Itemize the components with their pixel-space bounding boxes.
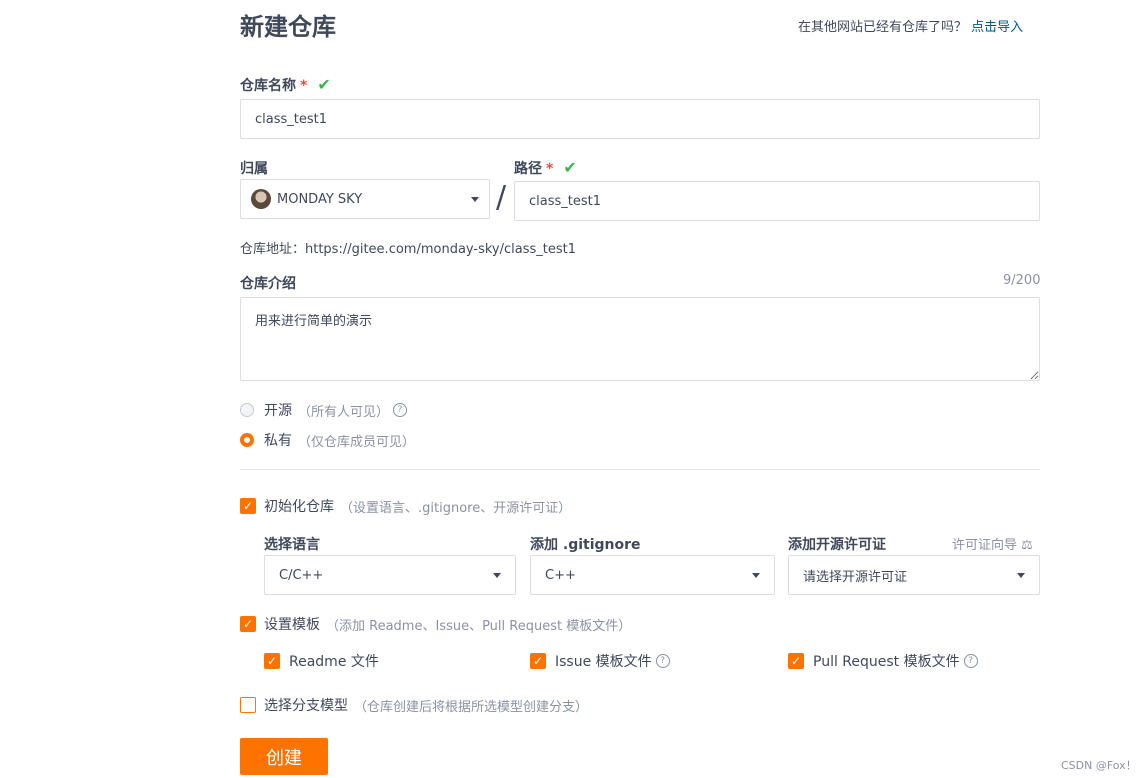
import-prompt: 在其他网站已经有仓库了吗？ 点击导入	[798, 16, 1023, 35]
license-select[interactable]: 请选择开源许可证	[788, 555, 1040, 595]
template-item-issue[interactable]: ✓ Issue 模板文件 ?	[530, 651, 670, 671]
required-mark: *	[300, 78, 308, 94]
issue-checkbox[interactable]: ✓	[530, 653, 546, 669]
gitignore-label: 添加 .gitignore	[530, 537, 641, 553]
watermark: CSDN @Fox！	[1061, 759, 1137, 772]
init-repo-label: 初始化仓库	[264, 499, 334, 515]
help-icon[interactable]: ?	[655, 654, 670, 668]
license-guide-text: 许可证向导	[952, 538, 1018, 553]
branch-model-label: 选择分支模型	[264, 698, 348, 714]
init-repo-option[interactable]: ✓ 初始化仓库 （设置语言、.gitignore、开源许可证）	[240, 496, 571, 516]
path-value: class_test1	[529, 193, 602, 209]
scale-icon: ⚖	[1021, 538, 1033, 553]
owner-selected: MONDAY SKY	[251, 189, 362, 209]
init-repo-checkbox[interactable]: ✓	[240, 498, 256, 514]
template-checkbox[interactable]: ✓	[240, 616, 256, 632]
description-label: 仓库介绍	[240, 276, 296, 292]
template-item-pull-request[interactable]: ✓ Pull Request 模板文件 ?	[788, 651, 978, 671]
gitignore-value: C++	[545, 567, 576, 583]
help-icon[interactable]: ?	[963, 654, 978, 668]
visibility-label: 私有	[264, 433, 292, 449]
visibility-hint: （所有人可见）	[298, 404, 390, 420]
create-button[interactable]: 创建	[240, 738, 328, 775]
branch-model-hint: （仓库创建后将根据所选模型创建分支）	[354, 699, 589, 715]
chevron-down-icon	[752, 572, 760, 578]
template-item-label: Readme 文件	[289, 654, 379, 670]
pull-request-checkbox[interactable]: ✓	[788, 653, 804, 669]
license-value: 请选择开源许可证	[803, 569, 908, 585]
template-label: 设置模板	[264, 617, 320, 633]
branch-model-option[interactable]: 选择分支模型 （仓库创建后将根据所选模型创建分支）	[240, 695, 588, 715]
readme-checkbox[interactable]: ✓	[264, 653, 280, 669]
repo-name-label: 仓库名称	[240, 78, 296, 94]
path-input[interactable]: class_test1	[514, 181, 1040, 221]
license-guide-link[interactable]: 许可证向导 ⚖	[952, 534, 1033, 553]
owner-value: MONDAY SKY	[277, 191, 363, 207]
radio-private[interactable]	[240, 433, 254, 447]
chevron-down-icon	[1017, 572, 1025, 578]
divider	[240, 469, 1040, 470]
owner-select[interactable]: MONDAY SKY	[240, 179, 490, 219]
required-mark: *	[546, 161, 554, 177]
import-link[interactable]: 点击导入	[971, 20, 1023, 35]
init-repo-hint: （设置语言、.gitignore、开源许可证）	[340, 500, 572, 516]
chevron-down-icon	[471, 196, 479, 202]
radio-public[interactable]	[240, 403, 254, 417]
language-value: C/C++	[279, 567, 324, 583]
repo-name-label-row: 仓库名称 * ✔	[240, 75, 331, 95]
visibility-label: 开源	[264, 403, 292, 419]
page-title: 新建仓库	[240, 13, 336, 41]
chevron-down-icon	[493, 572, 501, 578]
template-hint: （添加 Readme、Issue、Pull Request 模板文件）	[326, 618, 632, 634]
avatar	[251, 189, 271, 209]
template-option[interactable]: ✓ 设置模板 （添加 Readme、Issue、Pull Request 模板文…	[240, 614, 631, 634]
path-separator: /	[496, 180, 507, 215]
visibility-option-private[interactable]: 私有 （仅仓库成员可见）	[240, 430, 415, 450]
description-textarea[interactable]: 用来进行简单的演示	[240, 297, 1040, 381]
language-label: 选择语言	[264, 537, 320, 553]
template-item-readme[interactable]: ✓ Readme 文件	[264, 651, 379, 671]
path-label-row: 路径 * ✔	[514, 158, 577, 178]
template-item-label: Issue 模板文件	[555, 654, 652, 670]
gitignore-select[interactable]: C++	[530, 555, 775, 595]
visibility-option-public[interactable]: 开源 （所有人可见） ?	[240, 400, 408, 420]
license-label: 添加开源许可证	[788, 537, 886, 553]
import-question: 在其他网站已经有仓库了吗？	[798, 20, 968, 35]
path-label: 路径	[514, 161, 542, 177]
description-counter: 9/200	[1003, 273, 1041, 288]
help-icon[interactable]: ?	[393, 403, 408, 417]
valid-check-icon: ✔	[317, 75, 331, 94]
visibility-hint: （仅仓库成员可见）	[298, 434, 416, 450]
repo-address: 仓库地址：https://gitee.com/monday-sky/class_…	[240, 242, 576, 257]
valid-check-icon: ✔	[563, 158, 577, 177]
template-item-label: Pull Request 模板文件	[813, 654, 960, 670]
repo-name-input[interactable]: class_test1	[240, 99, 1040, 139]
repo-name-value: class_test1	[255, 111, 328, 127]
branch-model-checkbox[interactable]	[240, 697, 256, 713]
owner-label: 归属	[240, 161, 268, 177]
language-select[interactable]: C/C++	[264, 555, 516, 595]
